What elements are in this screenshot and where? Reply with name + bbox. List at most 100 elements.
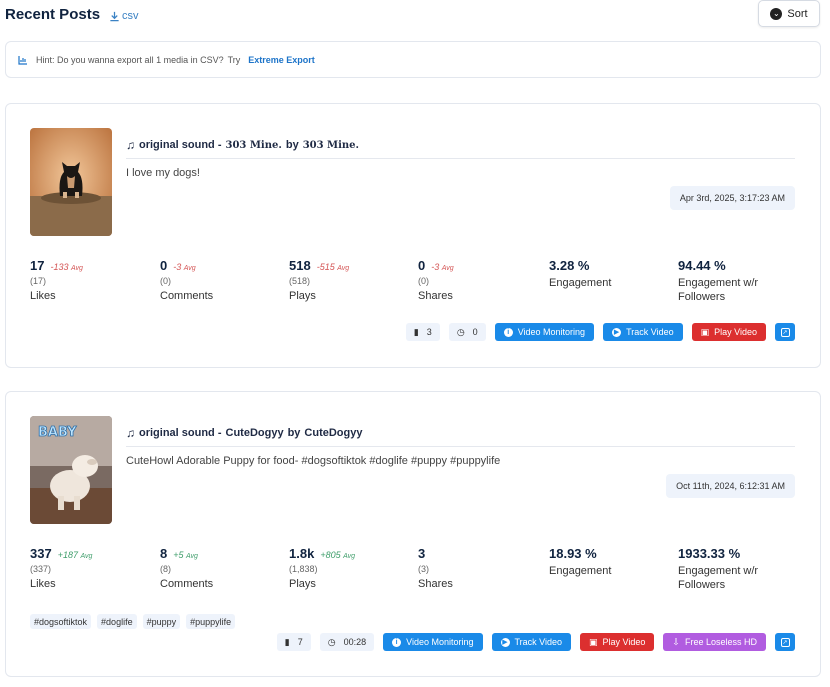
hashtag-chip[interactable]: #puppylife [186,614,236,629]
play-video-label: Play Video [602,637,646,647]
extreme-export-link[interactable]: Extreme Export [248,55,315,65]
stat-engagement: 18.93 % Engagement [549,546,669,578]
comments-raw: (8) [160,564,171,574]
info-icon: i [503,327,513,337]
post-actions: ▮ 3 ◷ 0 i Video Monitoring ▶ Track Video ▣ Pl… [405,323,795,341]
duration-chip: ◷ 00:28 [319,633,375,651]
hint-text: Hint: Do you wanna export all 1 media in… [36,54,224,65]
plays-raw: (518) [289,276,311,286]
plays-raw: (1,838) [289,564,318,574]
shares-avg: -3 Avg [431,262,454,272]
stat-shares: 3 (3) Shares [418,546,538,591]
engagement-followers-value: 94.44 % [678,258,726,273]
comments-value: 0 [160,258,168,273]
csv-export-link[interactable]: csv [109,10,139,22]
play-circle-icon: ▶ [500,637,510,647]
sound-name: 303 Mine. [225,139,282,151]
post-actions: ▮ 7 ◷ 00:28 i Video Monitoring ▶ Track Video… [276,633,795,651]
sound-author: CuteDogyy [304,427,363,439]
download-icon: ⇩ [672,636,680,647]
download-icon [110,11,119,21]
likes-raw: (17) [30,276,47,286]
likes-avg: -133 Avg [50,262,83,272]
saves-chip: ▮ 3 [405,323,440,341]
duration-value: 0 [472,327,478,337]
sort-button[interactable]: ⌄ Sort [758,0,820,27]
hashtag-list: #dogsoftiktok #doglife #puppy #puppylife [30,614,236,629]
hashtag-chip[interactable]: #dogsoftiktok [30,614,92,629]
plays-avg: -515 Avg [316,262,350,272]
play-video-button[interactable]: ▣ Play Video [580,633,655,651]
play-video-button[interactable]: ▣ Play Video [691,323,766,341]
video-monitoring-label: Video Monitoring [406,637,474,647]
sound-title[interactable]: ♫ original sound - CuteDogyy by CuteDogy… [126,426,362,440]
music-note-icon: ♫ [126,426,135,440]
divider [126,158,795,159]
sound-title[interactable]: ♫ original sound - 303 Mine. by 303 Mine… [126,138,359,152]
free-lossless-hd-label: Free Loseless HD [684,637,757,647]
stat-plays: 1.8k +805 Avg (1,838) Plays [289,546,409,591]
post-date: Oct 11th, 2024, 6:12:31 AM [666,474,795,498]
post-date: Apr 3rd, 2025, 3:17:23 AM [669,186,795,210]
track-video-button[interactable]: ▶ Track Video [603,323,683,341]
free-lossless-hd-button[interactable]: ⇩ Free Loseless HD [663,633,766,651]
post-thumbnail[interactable]: BABY [30,416,112,524]
shares-raw: (3) [418,564,429,574]
play-video-label: Play Video [714,327,757,337]
track-video-label: Track Video [626,327,674,337]
duration-value: 00:28 [343,637,367,647]
divider [126,446,795,447]
video-monitoring-button[interactable]: i Video Monitoring [494,323,595,341]
page-title: Recent Posts [5,6,101,23]
dog-photo-image [30,128,112,236]
external-link-icon: ↗ [780,637,790,647]
video-monitoring-button[interactable]: i Video Monitoring [383,633,483,651]
sort-label: Sort [787,7,808,20]
shares-label: Shares [418,290,453,302]
stat-plays: 518 -515 Avg (518) Plays [289,258,409,303]
sound-author: 303 Mine. [302,139,360,151]
stat-likes: 17 -133 Avg (17) Likes [30,258,150,303]
clock-icon: ◷ [327,636,336,647]
engagement-label: Engagement [549,277,612,289]
engagement-followers-value: 1933.33 % [678,546,741,561]
film-icon: ▣ [700,326,710,337]
shares-raw: (0) [418,276,429,286]
hashtag-chip[interactable]: #puppy [142,614,181,629]
plays-label: Plays [289,290,316,302]
open-external-button[interactable]: ↗ [775,323,795,341]
duration-chip: ◷ 0 [448,323,486,341]
sound-prefix: original sound - [139,139,222,151]
bookmark-icon: ▮ [284,636,290,647]
post-caption: I love my dogs! [126,167,200,179]
comments-raw: (0) [160,276,171,286]
saves-count: 3 [426,327,432,337]
post-card: ♫ original sound - 303 Mine. by 303 Mine… [5,103,821,368]
comments-label: Comments [160,290,214,302]
track-video-label: Track Video [514,637,563,647]
puppy-photo-image: BABY [30,416,112,524]
hashtag-chip[interactable]: #doglife [97,614,137,629]
plays-value: 1.8k [289,546,315,561]
page-header: Recent Posts csv ⌄ Sort [5,0,820,34]
saves-chip: ▮ 7 [276,633,311,651]
stat-likes: 337 +187 Avg (337) Likes [30,546,150,591]
stat-comments: 0 -3 Avg (0) Comments [160,258,280,303]
open-external-button[interactable]: ↗ [775,633,795,651]
shares-label: Shares [418,578,453,590]
track-video-button[interactable]: ▶ Track Video [491,633,572,651]
post-caption: CuteHowl Adorable Puppy for food- #dogso… [126,455,501,467]
thumb-overlay-text: BABY [38,425,77,440]
chart-icon [18,55,27,65]
sound-prefix: original sound - [139,427,222,439]
likes-avg: +187 Avg [57,550,93,560]
play-circle-icon: ▶ [612,327,622,337]
likes-raw: (337) [30,564,52,574]
saves-count: 7 [297,637,303,647]
chevron-down-icon: ⌄ [770,7,783,20]
stat-shares: 0 -3 Avg (0) Shares [418,258,538,303]
post-thumbnail[interactable] [30,128,112,236]
engagement-value: 3.28 % [549,258,590,273]
plays-label: Plays [289,578,316,590]
likes-value: 337 [30,546,52,561]
